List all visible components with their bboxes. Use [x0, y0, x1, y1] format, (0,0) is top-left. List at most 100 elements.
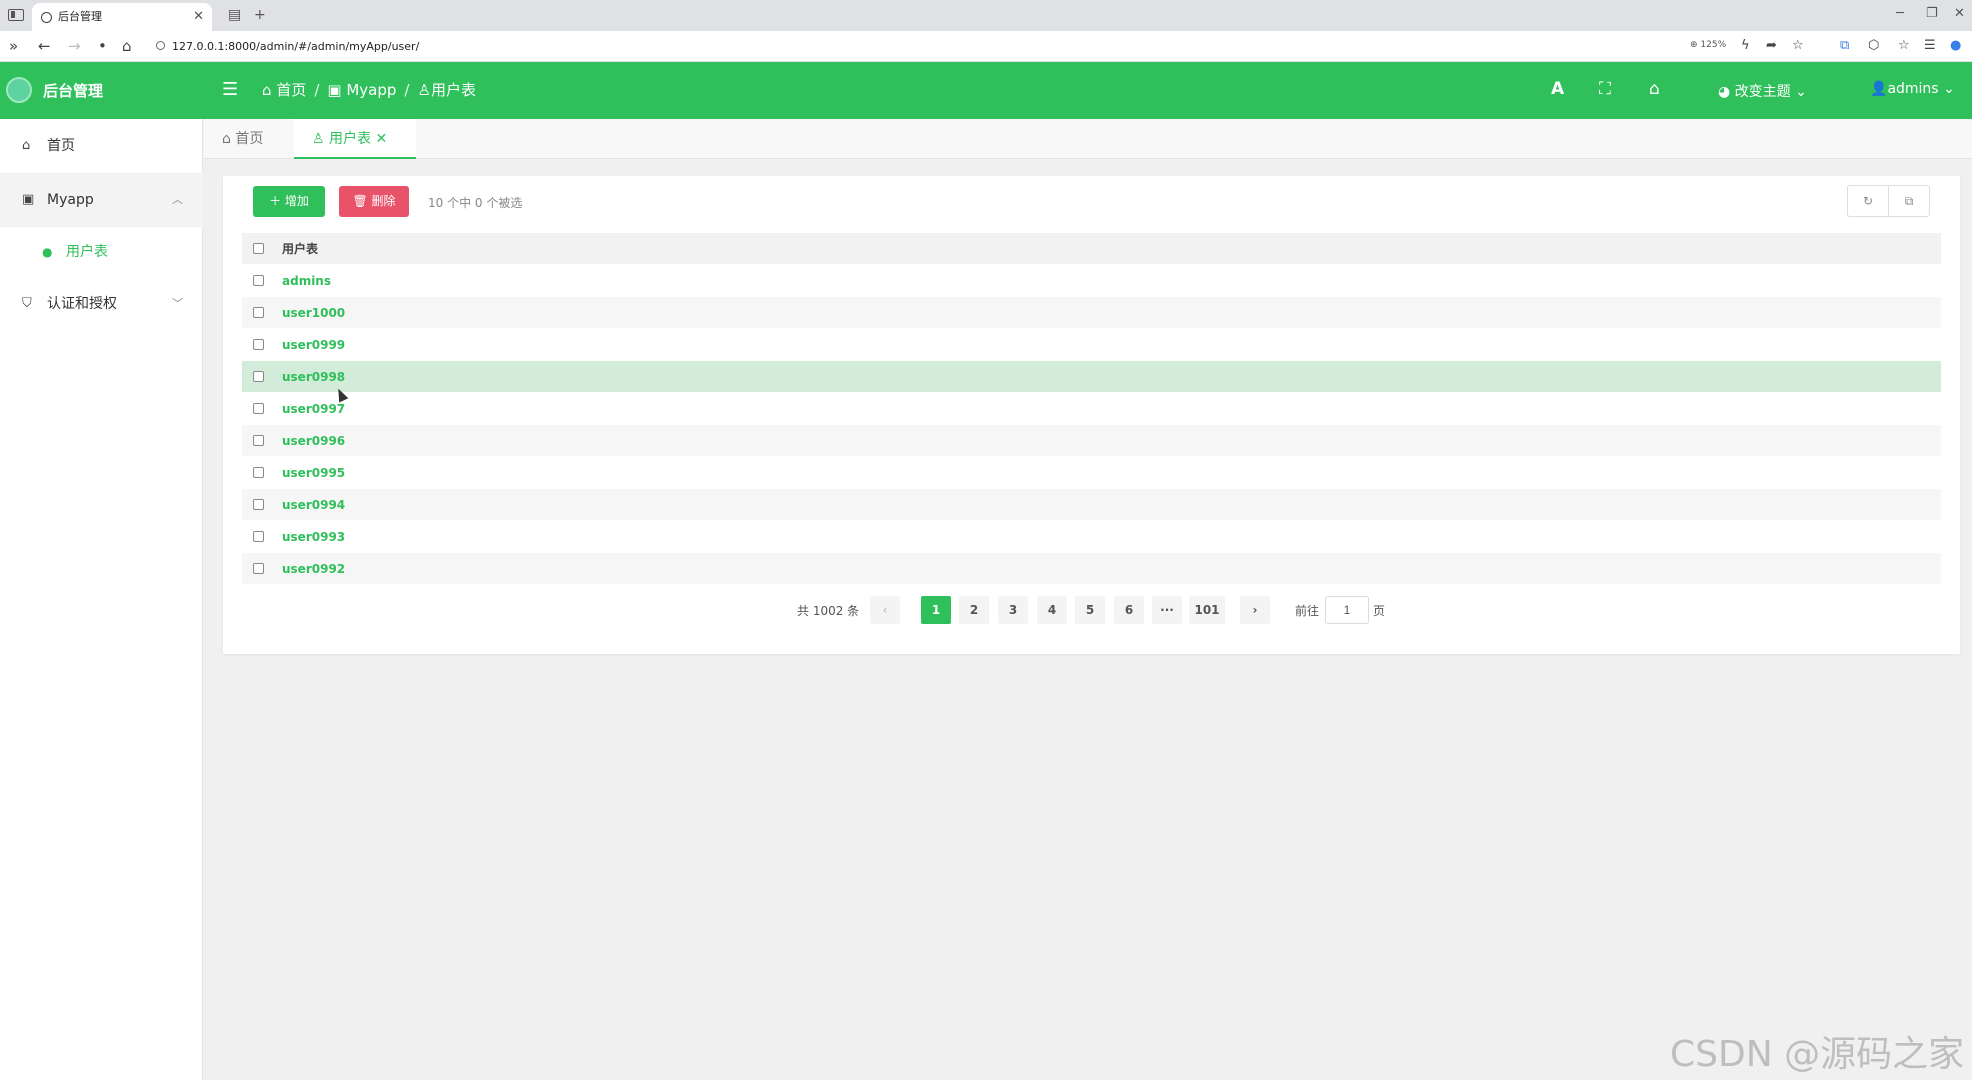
row-checkbox[interactable]: [253, 499, 264, 510]
forward-icon[interactable]: →: [68, 37, 81, 55]
table-row[interactable]: user0997: [242, 393, 1941, 425]
selection-info: 10 个中 0 个被选: [428, 196, 523, 210]
home-icon: ⌂: [22, 138, 31, 153]
page-button-1[interactable]: 1: [921, 596, 951, 624]
row-checkbox[interactable]: [253, 435, 264, 446]
tab-home[interactable]: ⌂ 首页: [222, 119, 296, 159]
tab-list-icon[interactable]: ▤: [228, 7, 241, 23]
user-link[interactable]: user0998: [282, 361, 345, 393]
refresh-icon[interactable]: ↻: [1848, 186, 1888, 216]
hamburger-icon[interactable]: ☰: [222, 79, 238, 100]
row-checkbox[interactable]: [253, 307, 264, 318]
translate-icon[interactable]: ⧉: [1840, 38, 1849, 53]
home-icon: ⌂: [222, 131, 231, 147]
breadcrumb-user[interactable]: ♙用户表: [417, 79, 475, 100]
add-button[interactable]: ＋ 增加: [253, 186, 325, 217]
close-icon[interactable]: ✕: [193, 3, 204, 31]
home-icon[interactable]: ⌂: [122, 37, 132, 55]
fullscreen-icon[interactable]: ⛶: [1599, 79, 1611, 99]
star-icon[interactable]: ☆: [1792, 38, 1804, 53]
table-row[interactable]: user0999: [242, 329, 1941, 361]
menu-icon[interactable]: ☰: [1924, 38, 1936, 53]
user-link[interactable]: user0999: [282, 329, 345, 361]
tab-user-table[interactable]: ♙ 用户表 ✕: [294, 119, 416, 159]
prev-page-button[interactable]: ‹: [870, 596, 900, 624]
user-link[interactable]: user0995: [282, 457, 345, 489]
user-dropdown[interactable]: 👤admins ⌄: [1870, 81, 1955, 97]
user-link[interactable]: user0997: [282, 393, 345, 425]
sidebar-toggle-icon[interactable]: [8, 9, 24, 21]
user-link[interactable]: user0992: [282, 553, 345, 585]
share-icon[interactable]: ➦: [1766, 38, 1777, 53]
sidebar-item-myapp[interactable]: ▣ Myapp ︿: [0, 173, 203, 227]
page-button-3[interactable]: 3: [998, 596, 1028, 624]
table-row[interactable]: user0995: [242, 457, 1941, 489]
table-row[interactable]: admins: [242, 265, 1941, 297]
close-window-icon[interactable]: ✕: [1954, 6, 1965, 21]
page-button-5[interactable]: 5: [1075, 596, 1105, 624]
row-checkbox[interactable]: [253, 531, 264, 542]
favorites-icon[interactable]: ☆: [1898, 38, 1910, 53]
user-link[interactable]: user0996: [282, 425, 345, 457]
row-checkbox[interactable]: [253, 563, 264, 574]
chevron-down-icon: ⌄: [1943, 81, 1955, 97]
add-button-label: 增加: [284, 194, 309, 208]
favicon-icon: [41, 12, 52, 23]
table-row[interactable]: user0994: [242, 489, 1941, 521]
export-icon[interactable]: ⧉: [1888, 186, 1929, 216]
row-checkbox[interactable]: [253, 467, 264, 478]
goto-page-input[interactable]: [1325, 596, 1369, 624]
row-checkbox[interactable]: [253, 275, 264, 286]
row-checkbox[interactable]: [253, 371, 264, 382]
app-header: 后台管理 ☰ ⌂ 首页 / ▣ Myapp / ♙用户表 A ⛶ ⌂ ◕ 改变主…: [0, 62, 1972, 119]
zoom-indicator[interactable]: ⊕ 125%: [1690, 40, 1726, 50]
page-button-4[interactable]: 4: [1037, 596, 1067, 624]
next-page-button[interactable]: ›: [1240, 596, 1270, 624]
page-button-last[interactable]: 101: [1189, 596, 1225, 624]
user-link[interactable]: user0993: [282, 521, 345, 553]
new-tab-icon[interactable]: +: [254, 7, 266, 23]
sidebar-item-auth[interactable]: ⛉ 认证和授权 ﹀: [0, 277, 203, 331]
breadcrumb-home[interactable]: ⌂ 首页: [262, 79, 306, 100]
column-header[interactable]: 用户表: [282, 233, 318, 265]
chevron-down-icon: ⌄: [1795, 84, 1807, 100]
user-link[interactable]: admins: [282, 265, 331, 297]
delete-button[interactable]: 🗑 删除: [339, 186, 409, 217]
sidebar-item-home[interactable]: ⌂ 首页: [0, 119, 203, 173]
page-button-6[interactable]: 6: [1114, 596, 1144, 624]
more-pages-button[interactable]: ···: [1152, 596, 1182, 624]
home-link-icon[interactable]: ⌂: [1649, 79, 1660, 99]
user-link[interactable]: user0994: [282, 489, 345, 521]
table-row[interactable]: user1000: [242, 297, 1941, 329]
browser-tabbar: 后台管理 ✕ ▤ + ─ ❐ ✕: [0, 0, 1972, 31]
reload-icon[interactable]: •: [98, 37, 107, 55]
theme-dropdown[interactable]: ◕ 改变主题 ⌄: [1718, 81, 1807, 101]
goto-label: 前往: [1295, 604, 1320, 618]
bolt-icon[interactable]: ϟ: [1741, 38, 1750, 53]
table-row[interactable]: user0996: [242, 425, 1941, 457]
select-all-checkbox[interactable]: [253, 243, 264, 254]
extensions-icon[interactable]: ⬡: [1868, 38, 1879, 53]
tab-label: 用户表: [329, 131, 372, 147]
url-input[interactable]: 127.0.0.1:8000/admin/#/admin/myApp/user/: [150, 35, 1710, 58]
profile-icon[interactable]: ●: [1950, 38, 1961, 53]
table-row[interactable]: user0998: [242, 361, 1941, 393]
browser-tab[interactable]: 后台管理 ✕: [32, 3, 212, 31]
row-checkbox[interactable]: [253, 403, 264, 414]
home-icon: ⌂: [262, 81, 272, 99]
table-row[interactable]: user0993: [242, 521, 1941, 553]
restore-icon[interactable]: ❐: [1926, 6, 1938, 21]
back-icon[interactable]: ←: [38, 37, 51, 55]
row-checkbox[interactable]: [253, 339, 264, 350]
expand-icon[interactable]: »: [9, 37, 18, 55]
minimize-icon[interactable]: ─: [1896, 6, 1904, 21]
sidebar-item-label: 首页: [47, 138, 75, 154]
page-button-2[interactable]: 2: [959, 596, 989, 624]
user-link[interactable]: user1000: [282, 297, 345, 329]
sidebar-item-user-table[interactable]: ● 用户表: [0, 227, 203, 277]
font-size-icon[interactable]: A: [1551, 79, 1564, 99]
close-icon[interactable]: ✕: [375, 131, 387, 147]
breadcrumb-myapp[interactable]: ▣ Myapp: [327, 81, 396, 99]
table-row[interactable]: user0992: [242, 553, 1941, 585]
sidebar-item-label: 认证和授权: [47, 296, 117, 312]
